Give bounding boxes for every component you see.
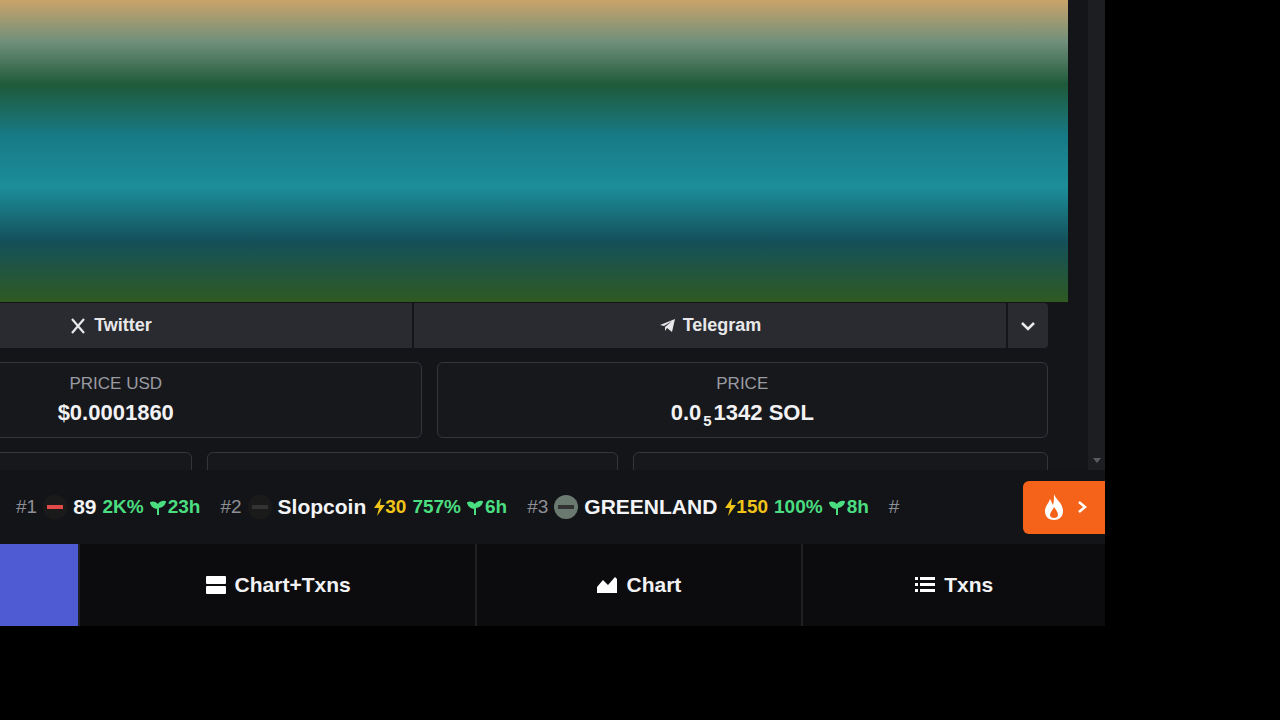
- age-value: 6h: [485, 496, 507, 518]
- boost-value: 150: [736, 496, 768, 518]
- trending-bar: #1 89 2K% 23h #2 Slopcoin 30 757% 6h #3 GREENLAND 1…: [0, 470, 1105, 544]
- chevron-down-icon[interactable]: [1020, 321, 1036, 331]
- boost-count: 150: [723, 496, 768, 518]
- stat-card: [0, 452, 192, 470]
- stat-cards: [0, 452, 1068, 470]
- tab-label[interactable]: Chart+Txns: [235, 573, 351, 597]
- price-card: PRICE 0.051342 SOL: [437, 362, 1049, 438]
- boost-value: 30: [385, 496, 406, 518]
- sprout-icon: [150, 499, 166, 515]
- view-tab[interactable]: Chart: [475, 544, 800, 626]
- details-panel: Twitter Telegram PRICE USD $0.0001860 PRICE 0…: [0, 0, 1105, 470]
- price-value: 0.051342 SOL: [671, 400, 814, 426]
- price-change: 2K%: [103, 496, 144, 518]
- price-cards: PRICE USD $0.0001860 PRICE 0.051342 SOL: [0, 362, 1068, 438]
- trending-list: #1 89 2K% 23h #2 Slopcoin 30 757% 6h #3 GREENLAND 1…: [0, 495, 1023, 519]
- token-banner: [0, 0, 1068, 302]
- boost-count: 30: [372, 496, 406, 518]
- scroll-down-icon[interactable]: [1093, 458, 1101, 464]
- token-icon: [554, 495, 578, 519]
- sprout-icon: [829, 499, 845, 515]
- expand-button[interactable]: [1008, 303, 1048, 348]
- details-scroll: Twitter Telegram PRICE USD $0.0001860 PRICE 0…: [0, 0, 1088, 470]
- trending-name[interactable]: Slopcoin: [278, 495, 367, 519]
- social-link[interactable]: Telegram: [414, 303, 1006, 348]
- token-icon: [43, 495, 67, 519]
- social-link[interactable]: Twitter: [0, 303, 412, 348]
- scrollbar[interactable]: [1088, 0, 1105, 470]
- age-value: 23h: [168, 496, 201, 518]
- tab-label[interactable]: Chart: [626, 573, 681, 597]
- trending-name[interactable]: GREENLAND: [584, 495, 717, 519]
- price-main: 0.0: [671, 400, 702, 425]
- bolt-icon: [372, 498, 385, 516]
- trending-rank: #1: [16, 496, 37, 518]
- age-value: 8h: [847, 496, 869, 518]
- bolt-icon: [723, 498, 736, 516]
- trending-rank: #: [889, 496, 900, 518]
- stat-card: [633, 452, 1048, 470]
- price-label: PRICE: [716, 374, 768, 394]
- price-change: 757%: [412, 496, 461, 518]
- stat-card: [207, 452, 618, 470]
- split-view-icon: [205, 575, 227, 595]
- x-icon: [70, 317, 87, 334]
- trending-button[interactable]: [1023, 481, 1105, 534]
- view-tab[interactable]: Chart+Txns: [78, 544, 475, 626]
- social-links: Twitter Telegram: [0, 303, 1048, 348]
- price-label: PRICE USD: [69, 374, 162, 394]
- pair-age: 8h: [829, 496, 869, 518]
- trending-item[interactable]: #3 GREENLAND 150 100% 8h: [527, 495, 869, 519]
- link-label[interactable]: Twitter: [94, 315, 152, 336]
- price-card: PRICE USD $0.0001860: [0, 362, 422, 438]
- trending-rank: #3: [527, 496, 548, 518]
- trending-name[interactable]: 89: [73, 495, 96, 519]
- price-rest: 1342 SOL: [714, 400, 814, 425]
- view-tab[interactable]: Txns: [801, 544, 1105, 626]
- link-label[interactable]: Telegram: [683, 315, 762, 336]
- price-main: $0.0001860: [58, 400, 174, 425]
- pair-age: 23h: [150, 496, 201, 518]
- trending-item[interactable]: #2 Slopcoin 30 757% 6h: [220, 495, 507, 519]
- token-icon: [248, 495, 272, 519]
- side-button[interactable]: [0, 544, 78, 626]
- tab-label[interactable]: Txns: [944, 573, 993, 597]
- fire-icon[interactable]: [1041, 493, 1067, 521]
- zero-count: 5: [703, 412, 711, 429]
- list-icon: [914, 575, 936, 595]
- details-content: Twitter Telegram PRICE USD $0.0001860 PRICE 0…: [0, 0, 1068, 470]
- chevron-right-icon[interactable]: [1077, 500, 1087, 514]
- view-tabs: Chart+Txns Chart Txns: [0, 544, 1105, 626]
- trending-rank: #2: [220, 496, 241, 518]
- price-change: 100%: [774, 496, 823, 518]
- trending-item[interactable]: #1 89 2K% 23h: [16, 495, 200, 519]
- pair-age: 6h: [467, 496, 507, 518]
- telegram-icon: [659, 317, 676, 334]
- sprout-icon: [467, 499, 483, 515]
- area-chart-icon: [596, 575, 618, 595]
- price-value: $0.0001860: [58, 400, 174, 426]
